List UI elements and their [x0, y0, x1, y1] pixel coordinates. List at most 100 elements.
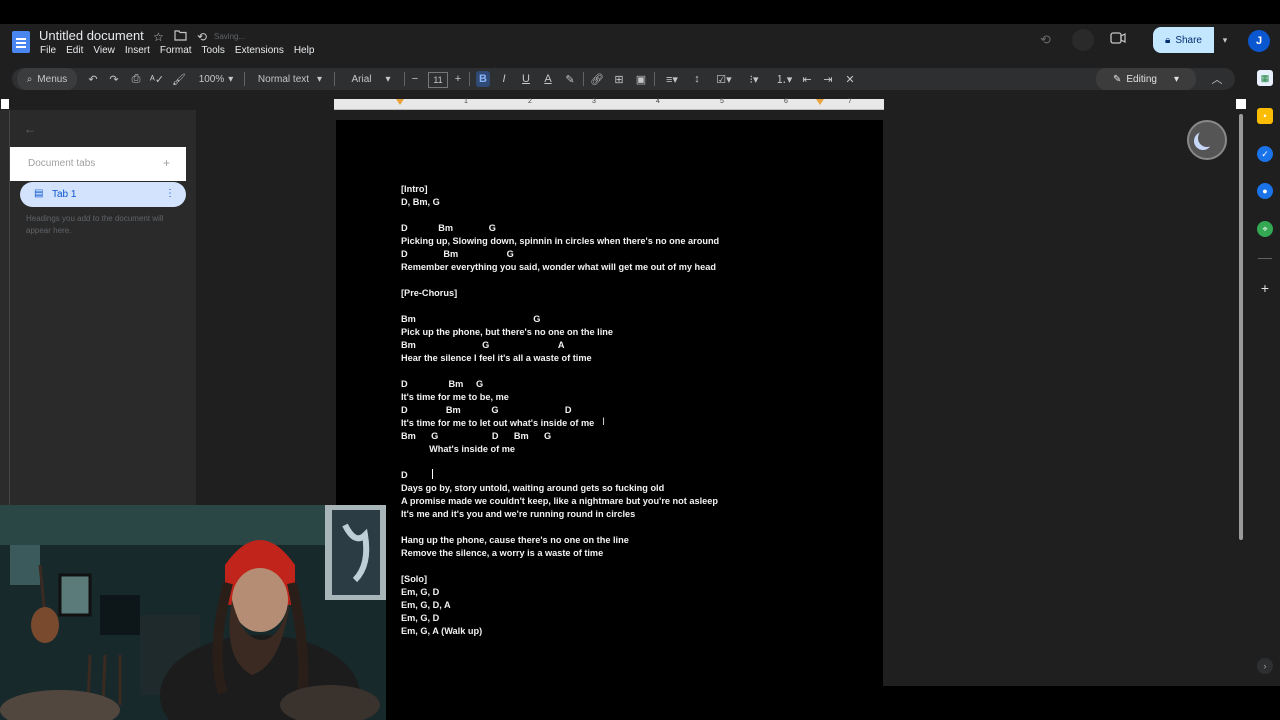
sheets-icon[interactable]: ▦ — [1257, 70, 1273, 86]
document-line[interactable] — [401, 365, 719, 378]
clear-formatting-icon[interactable]: ✕ — [843, 68, 857, 90]
highlight-icon[interactable]: ✎ — [563, 68, 577, 90]
right-indent-marker[interactable] — [816, 99, 824, 105]
add-addon-icon[interactable]: + — [1257, 280, 1273, 296]
document-line[interactable] — [401, 456, 719, 469]
docs-logo-icon[interactable] — [12, 31, 30, 53]
font-size-input[interactable]: 11 — [428, 72, 448, 88]
underline-button[interactable]: U — [519, 68, 533, 90]
move-folder-icon[interactable] — [174, 30, 187, 44]
document-line[interactable]: D Bm G — [401, 378, 719, 391]
document-line[interactable]: Remove the silence, a worry is a waste o… — [401, 547, 719, 560]
document-line[interactable]: Hang up the phone, cause there's no one … — [401, 534, 719, 547]
numbered-list-icon[interactable]: ⒈▾ — [770, 68, 798, 90]
undo-icon[interactable]: ↶ — [86, 68, 100, 90]
document-line[interactable]: It's me and it's you and we're running r… — [401, 508, 719, 521]
document-line[interactable] — [401, 274, 719, 287]
increase-font-size-button[interactable]: + — [452, 68, 464, 90]
italic-button[interactable]: I — [497, 68, 511, 90]
share-dropdown-caret[interactable]: ▾ — [1214, 27, 1236, 53]
document-line[interactable]: A promise made we couldn't keep, like a … — [401, 495, 719, 508]
style-select[interactable]: Normal text ▾ — [250, 68, 330, 90]
font-select[interactable]: Arial ▾ — [340, 68, 402, 90]
editing-mode-button[interactable]: ✎ Editing ▾ — [1096, 68, 1196, 90]
share-button[interactable]: 🔒︎ Share — [1153, 27, 1214, 53]
document-title[interactable]: Untitled document — [39, 28, 144, 43]
text-color-button[interactable]: A — [541, 68, 555, 90]
menu-extensions[interactable]: Extensions — [235, 45, 284, 56]
document-line[interactable] — [401, 209, 719, 222]
document-line[interactable]: [Pre-Chorus] — [401, 287, 719, 300]
line-spacing-icon[interactable]: ↕ — [690, 68, 704, 90]
insert-image-icon[interactable]: ▣ — [634, 68, 648, 90]
checklist-icon[interactable]: ☑▾ — [710, 68, 738, 90]
scrollbar[interactable] — [1239, 114, 1243, 540]
bold-button[interactable]: B — [476, 71, 490, 87]
document-line[interactable]: Pick up the phone, but there's no one on… — [401, 326, 719, 339]
align-icon[interactable]: ≡▾ — [660, 68, 684, 90]
document-line[interactable] — [401, 521, 719, 534]
menu-view[interactable]: View — [93, 45, 115, 56]
document-line[interactable]: D — [401, 469, 719, 482]
menu-tools[interactable]: Tools — [202, 45, 225, 56]
meet-icon[interactable] — [1110, 32, 1128, 48]
document-body[interactable]: [Intro] D, Bm, GD Bm G Picking up, Slowing… — [401, 183, 719, 638]
menu-help[interactable]: Help — [294, 45, 315, 56]
document-line[interactable]: It's time for me to let out what's insid… — [401, 417, 719, 430]
hide-menus-icon[interactable]: ︿ — [1209, 68, 1225, 90]
document-line[interactable]: What's inside of me — [401, 443, 719, 456]
document-line[interactable] — [401, 300, 719, 313]
document-line[interactable]: It's time for me to be, me — [401, 391, 719, 404]
document-line[interactable]: Em, G, A (Walk up) — [401, 625, 719, 638]
more-options-icon[interactable]: ⋮ — [165, 188, 175, 199]
document-line[interactable]: D Bm G — [401, 222, 719, 235]
spellcheck-icon[interactable]: ᴬ✓ — [150, 68, 164, 90]
decrease-indent-icon[interactable]: ⇤ — [800, 68, 814, 90]
zoom-select[interactable]: 100% ▾ — [193, 68, 239, 90]
document-line[interactable]: Bm G — [401, 313, 719, 326]
document-line[interactable]: Em, G, D — [401, 586, 719, 599]
document-line[interactable]: D Bm G — [401, 248, 719, 261]
redo-icon[interactable]: ↷ — [107, 68, 121, 90]
keep-icon[interactable]: • — [1257, 108, 1273, 124]
menu-file[interactable]: File — [40, 45, 56, 56]
document-line[interactable]: Remember everything you said, wonder wha… — [401, 261, 719, 274]
document-line[interactable]: Picking up, Slowing down, spinnin in cir… — [401, 235, 719, 248]
document-line[interactable]: Em, G, D — [401, 612, 719, 625]
document-line[interactable]: Bm G D Bm G — [401, 430, 719, 443]
tab-1[interactable]: ▤ Tab 1 ⋮ — [20, 182, 186, 207]
bulleted-list-icon[interactable]: ⁝▾ — [740, 68, 768, 90]
document-line[interactable]: [Solo] — [401, 573, 719, 586]
menu-insert[interactable]: Insert — [125, 45, 150, 56]
document-line[interactable] — [401, 560, 719, 573]
left-indent-marker[interactable] — [396, 99, 404, 105]
document-line[interactable]: Days go by, story untold, waiting around… — [401, 482, 719, 495]
star-icon[interactable]: ☆ — [153, 30, 164, 44]
document-page[interactable]: [Intro] D, Bm, GD Bm G Picking up, Slowing… — [336, 120, 883, 686]
maps-icon[interactable]: ⌖ — [1257, 221, 1273, 237]
menu-edit[interactable]: Edit — [66, 45, 83, 56]
paint-format-icon[interactable]: 🖌︎ — [172, 68, 186, 90]
decrease-font-size-button[interactable]: − — [409, 68, 421, 90]
document-line[interactable]: Hear the silence I feel it's all a waste… — [401, 352, 719, 365]
version-history-icon[interactable]: ⟲ — [1040, 32, 1051, 48]
document-line[interactable]: [Intro] — [401, 183, 719, 196]
add-tab-button[interactable]: + — [163, 156, 170, 170]
avatar[interactable]: J — [1248, 30, 1270, 52]
tasks-icon[interactable]: ✓ — [1257, 146, 1273, 162]
contacts-icon[interactable]: ● — [1257, 183, 1273, 199]
add-comment-icon[interactable]: ⊞ — [612, 68, 626, 90]
document-line[interactable]: Em, G, D, A — [401, 599, 719, 612]
link-icon[interactable]: 🔗︎ — [590, 68, 604, 90]
menus-search-button[interactable]: ⌕ Menus — [17, 68, 77, 90]
chevron-right-icon[interactable]: › — [1257, 658, 1273, 674]
document-line[interactable]: Bm G A — [401, 339, 719, 352]
dark-mode-icon[interactable] — [1187, 120, 1227, 160]
back-arrow-icon[interactable]: ← — [24, 122, 36, 136]
horizontal-ruler[interactable]: 1 2 3 4 5 6 7 — [334, 98, 884, 110]
comments-button[interactable] — [1072, 29, 1094, 51]
increase-indent-icon[interactable]: ⇥ — [821, 68, 835, 90]
document-line[interactable]: D Bm G D — [401, 404, 719, 417]
document-line[interactable]: D, Bm, G — [401, 196, 719, 209]
print-icon[interactable]: ⎙ — [129, 68, 143, 90]
